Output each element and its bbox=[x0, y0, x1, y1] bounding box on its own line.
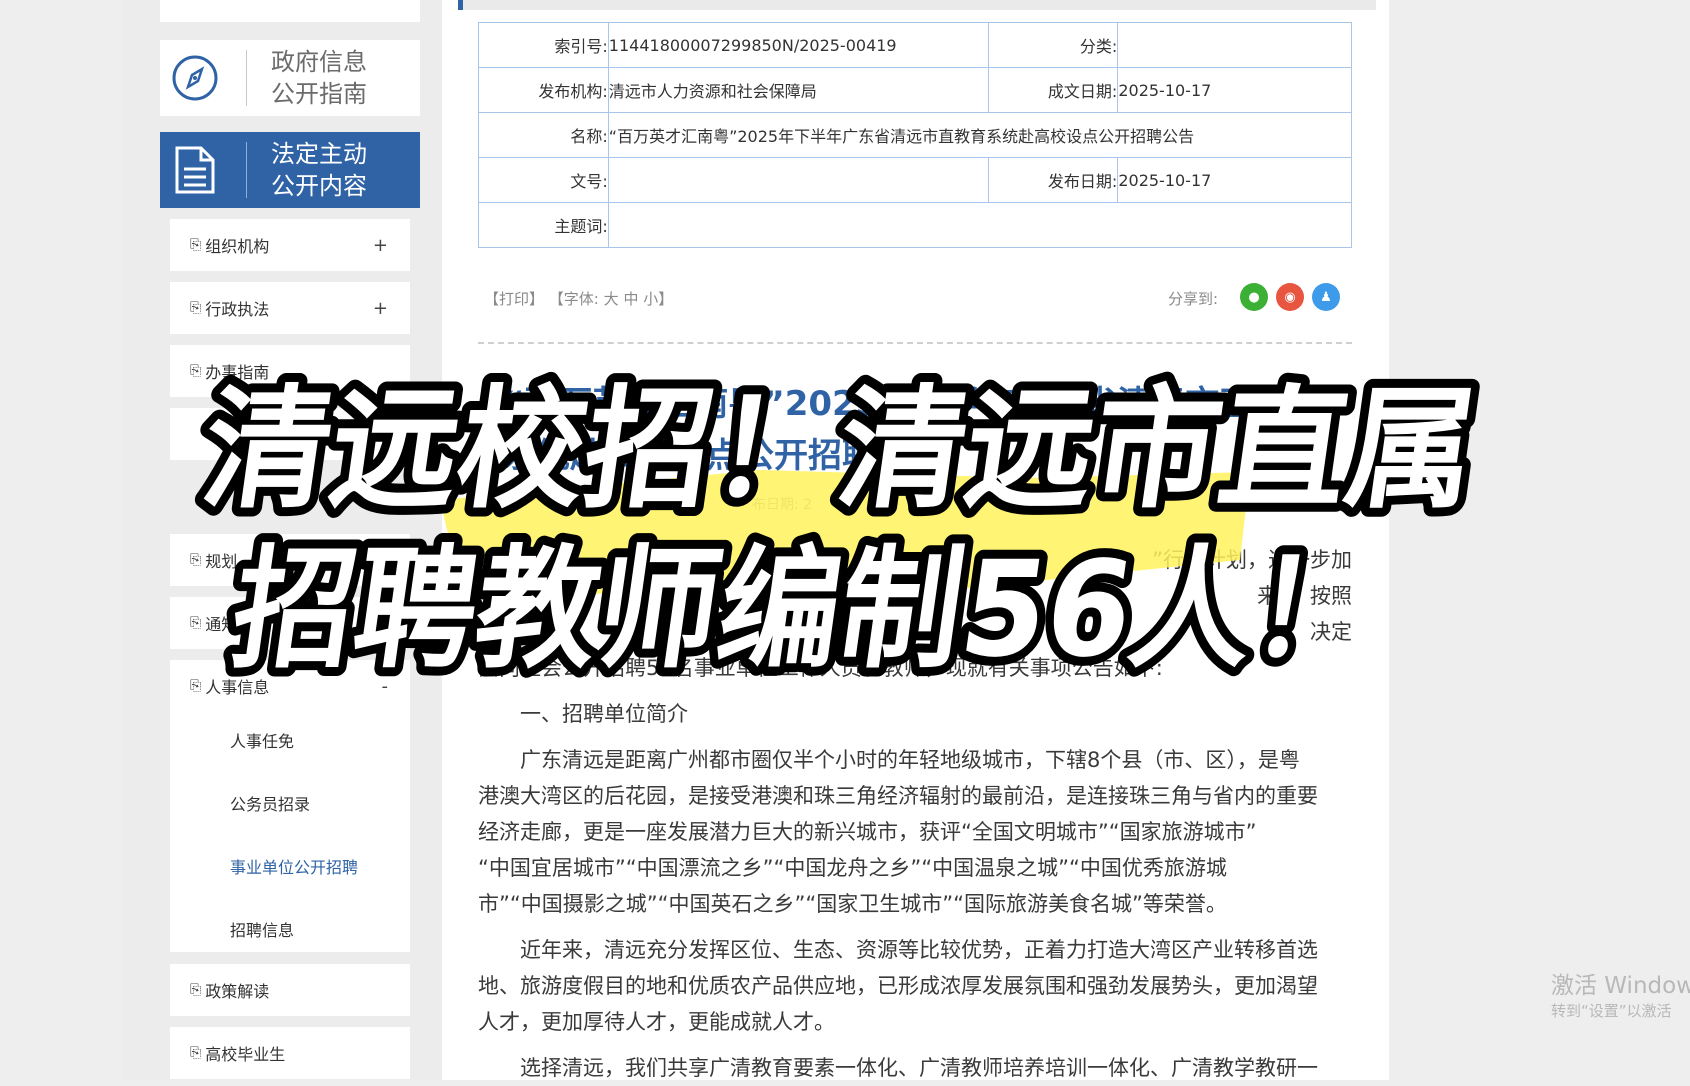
subject-value bbox=[607, 202, 1353, 248]
sidebar-item-service-guide[interactable]: ⎘ 办事指南 bbox=[170, 345, 410, 397]
sub-item-recruitment-info[interactable]: 招聘信息 bbox=[230, 917, 294, 941]
share-label: 分享到: bbox=[1168, 290, 1219, 308]
doc-icon: ⎘ bbox=[190, 300, 202, 316]
expand-icon[interactable]: + bbox=[373, 235, 388, 256]
qq-icon[interactable]: ♟ bbox=[1312, 283, 1340, 311]
font-medium-link[interactable]: 中 bbox=[623, 290, 638, 308]
article-date: 布日期: 2 bbox=[752, 497, 813, 513]
article-title: “百万英才汇南粤”2025年下半年广东省清远市直教育系统赴高校设点公开招聘公告 bbox=[502, 384, 1322, 476]
published-value: 2025-10-17 bbox=[1117, 157, 1352, 203]
category-label: 分类: bbox=[987, 22, 1119, 68]
weibo-icon[interactable]: ◉ bbox=[1276, 283, 1304, 311]
doc-icon: ⎘ bbox=[190, 1045, 202, 1061]
nav-disclosure-guide[interactable]: 政府信息 公开指南 bbox=[160, 40, 420, 116]
main-content: 索引号: 11441800007299850N/2025-00419 分类: 发… bbox=[442, 0, 1389, 1080]
sub-item-civil-servant[interactable]: 公务员招录 bbox=[230, 791, 310, 815]
sidebar-item-organization[interactable]: ⎘ 组织机构 + bbox=[170, 219, 410, 271]
font-label: 【字体: bbox=[548, 290, 599, 308]
created-label: 成文日期: bbox=[987, 67, 1119, 113]
sidebar-item-policy[interactable]: ⎘ 政策解读 bbox=[170, 964, 410, 1016]
sidebar-item-planning[interactable]: ⎘ 规划 bbox=[170, 534, 410, 586]
doc-icon: ⎘ bbox=[190, 237, 202, 253]
font-large-link[interactable]: 大 bbox=[604, 290, 619, 308]
published-label: 发布日期: bbox=[987, 157, 1119, 203]
sidebar: 政府信息 公开指南 法定主动 公开内容 ⎘ 组织机构 + ⎘ 行政执法 + ⎘ bbox=[150, 0, 421, 1080]
collapse-icon[interactable]: - bbox=[382, 676, 389, 697]
wechat-icon[interactable]: ● bbox=[1240, 283, 1268, 311]
created-value: 2025-10-17 bbox=[1117, 67, 1352, 113]
doc-no-value bbox=[607, 157, 989, 203]
activation-watermark-sub: 转到“设置”以激活 bbox=[1551, 1002, 1672, 1020]
index-label: 索引号: bbox=[478, 22, 609, 68]
personnel-submenu: ⎘ 人事信息 - 人事任免 公务员招录 事业单位公开招聘 招聘信息 bbox=[170, 660, 410, 952]
intro-line: 面向社会公开招聘56名事业单位工作人员和教师，现就有关事项公告如下: bbox=[478, 656, 1163, 680]
doc-no-label: 文号: bbox=[478, 157, 609, 203]
activation-watermark: 激活 Window bbox=[1551, 973, 1690, 999]
paragraph-1: 广东清远是距离广州都市圈仅半个小时的年轻地级城市，下辖8个县（市、区），是粤 港… bbox=[478, 748, 1318, 916]
nav-disclosure-guide-label: 政府信息 公开指南 bbox=[271, 48, 367, 108]
name-value: “百万英才汇南粤”2025年下半年广东省清远市直教育系统赴高校设点公开招聘公告 bbox=[607, 112, 1353, 158]
document-icon bbox=[160, 132, 230, 208]
nav-statutory-content[interactable]: 法定主动 公开内容 bbox=[160, 132, 420, 208]
expand-icon[interactable]: + bbox=[373, 298, 388, 319]
metadata-table: 索引号: 11441800007299850N/2025-00419 分类: 发… bbox=[478, 22, 1353, 248]
sidebar-item-graduates[interactable]: ⎘ 高校毕业生 bbox=[170, 1027, 410, 1079]
doc-icon: ⎘ bbox=[190, 982, 202, 998]
doc-icon: ⎘ bbox=[190, 552, 202, 568]
font-small-link[interactable]: 小】 bbox=[643, 290, 673, 308]
index-value: 11441800007299850N/2025-00419 bbox=[607, 22, 989, 68]
content-top-bar bbox=[458, 0, 1376, 10]
name-label: 名称: bbox=[478, 112, 609, 158]
org-label: 发布机构: bbox=[478, 67, 609, 113]
sub-item-public-institution[interactable]: 事业单位公开招聘 bbox=[230, 854, 358, 878]
print-link[interactable]: 【打印】 bbox=[484, 290, 544, 308]
sidebar-item-personnel[interactable]: ⎘ 人事信息 - bbox=[170, 660, 410, 712]
doc-icon: ⎘ bbox=[190, 678, 202, 694]
org-value: 清远市人力资源和社会保障局 bbox=[607, 67, 989, 113]
subject-label: 主题词: bbox=[478, 202, 609, 248]
sidebar-item-law-enforcement[interactable]: ⎘ 行政执法 + bbox=[170, 282, 410, 334]
category-value bbox=[1117, 22, 1352, 68]
intro-partial: ”行动计划，进一步加 来”，按照 决定 bbox=[1152, 548, 1352, 644]
nav-statutory-content-label: 法定主动 公开内容 bbox=[271, 140, 367, 200]
doc-icon: ⎘ bbox=[190, 615, 202, 631]
sub-item-appointments[interactable]: 人事任免 bbox=[230, 728, 294, 752]
paragraph-3: 选择清远，我们共享广清教育要素一体化、广清教师培养培训一体化、广清教学教研一 bbox=[520, 1056, 1318, 1080]
doc-icon: ⎘ bbox=[190, 363, 202, 379]
sidebar-top-stub bbox=[160, 0, 420, 22]
divider bbox=[478, 342, 1352, 344]
section-heading: 一、招聘单位简介 bbox=[520, 702, 688, 726]
sidebar-item-hidden[interactable] bbox=[170, 408, 410, 460]
sidebar-item-notices[interactable]: ⎘ 通知 bbox=[170, 597, 410, 649]
paragraph-2: 近年来，清远充分发挥区位、生态、资源等比较优势，正着力打造大湾区产业转移首选 地… bbox=[478, 938, 1318, 1034]
article-toolbar: 【打印】 【字体: 大 中 小】 bbox=[484, 288, 673, 309]
compass-icon bbox=[160, 40, 230, 116]
